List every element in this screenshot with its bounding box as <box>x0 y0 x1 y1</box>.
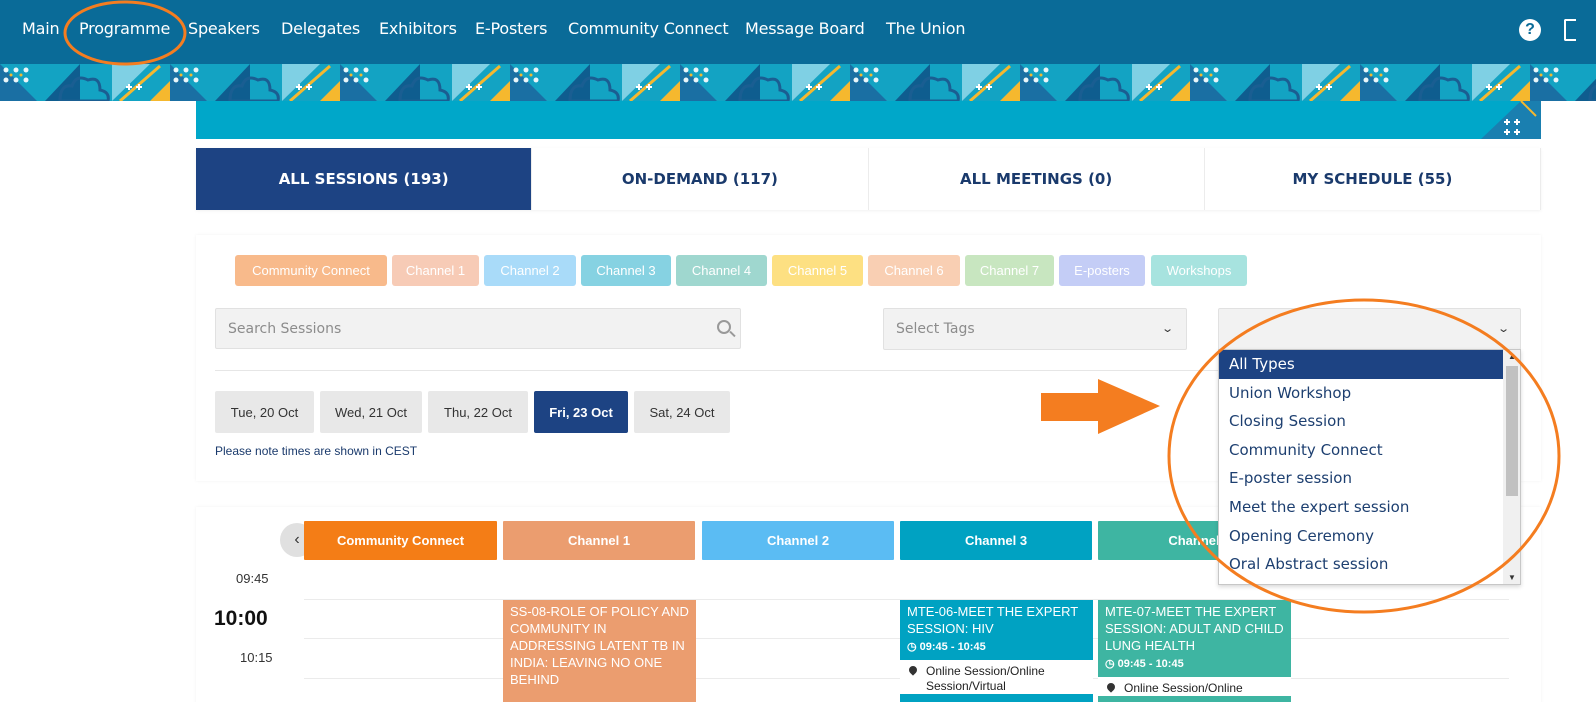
top-nav: Main Programme Speakers Delegates Exhibi… <box>0 0 1596 64</box>
chevron-down-icon: ⌄ <box>1160 322 1174 335</box>
day-tue-20-oct[interactable]: Tue, 20 Oct <box>215 391 314 433</box>
day-thu-22-oct[interactable]: Thu, 22 Oct <box>428 391 528 433</box>
session-time: ◷ 09:45 - 10:45 <box>907 641 986 653</box>
nav-delegates[interactable]: Delegates <box>281 19 360 38</box>
channel-header-community-connect[interactable]: Community Connect <box>304 521 497 560</box>
search-input[interactable] <box>216 309 696 348</box>
chip-channel-6[interactable]: Channel 6 <box>868 255 960 286</box>
session-location-text: Online Session/Online <box>1124 681 1243 695</box>
dropdown-scrollbar[interactable]: ▲ ▼ <box>1503 350 1520 584</box>
tab-my-schedule[interactable]: MY SCHEDULE (55) <box>1205 148 1541 210</box>
channel-header-channel-2[interactable]: Channel 2 <box>702 521 894 560</box>
channel-header-channel-3[interactable]: Channel 3 <box>900 521 1092 560</box>
chip-channel-7[interactable]: Channel 7 <box>965 255 1054 286</box>
scroll-up-icon[interactable]: ▲ <box>1508 352 1516 361</box>
dropdown-option-e-poster-session[interactable]: E-poster session <box>1219 464 1520 493</box>
session-location-text: Online Session/Online Session/Virtual <box>926 664 1045 693</box>
dropdown-option-meet-the-expert[interactable]: Meet the expert session <box>1219 493 1520 522</box>
channel-header-channel-1[interactable]: Channel 1 <box>503 521 695 560</box>
chevron-down-icon: ⌄ <box>1496 323 1510 335</box>
dropdown-option-opening-ceremony[interactable]: Opening Ceremony <box>1219 522 1520 551</box>
type-select[interactable]: ⌄ <box>1218 308 1521 350</box>
dropdown-option-union-workshop[interactable]: Union Workshop <box>1219 379 1520 408</box>
decorative-banner <box>0 64 1596 101</box>
banner-corner-pattern <box>1481 101 1541 139</box>
session-location: Online Session/Online Session/Virtual <box>900 660 1093 694</box>
nav-speakers[interactable]: Speakers <box>188 19 260 38</box>
nav-main[interactable]: Main <box>22 19 60 38</box>
chip-channel-2[interactable]: Channel 2 <box>484 255 576 286</box>
search-box <box>215 308 741 349</box>
chip-workshops[interactable]: Workshops <box>1151 255 1247 286</box>
day-wed-21-oct[interactable]: Wed, 21 Oct <box>320 391 422 433</box>
help-icon[interactable]: ? <box>1519 19 1541 41</box>
session-title: MTE-07-MEET THE EXPERT SESSION: ADULT AN… <box>1105 604 1284 653</box>
time-label-hour: 10:00 <box>214 607 268 630</box>
dropdown-option-closing-session[interactable]: Closing Session <box>1219 407 1520 436</box>
chip-channel-3[interactable]: Channel 3 <box>581 255 671 286</box>
dropdown-option-community-connect[interactable]: Community Connect <box>1219 436 1520 465</box>
page-banner <box>196 101 1541 139</box>
location-pin-icon <box>1105 681 1117 693</box>
session-tabs: ALL SESSIONS (193) ON-DEMAND (117) ALL M… <box>196 148 1541 210</box>
session-time: ◷ 09:45 - 10:45 <box>1105 658 1184 670</box>
dropdown-option-all-types[interactable]: All Types <box>1219 350 1503 379</box>
dropdown-option-oral-abstract[interactable]: Oral Abstract session <box>1219 550 1520 579</box>
nav-programme[interactable]: Programme <box>79 19 170 38</box>
type-dropdown-list: All Types Union Workshop Closing Session… <box>1218 349 1521 585</box>
session-card[interactable]: SS-08-ROLE OF POLICY AND COMMUNITY IN AD… <box>503 600 696 702</box>
nav-message-board[interactable]: Message Board <box>745 19 865 38</box>
nav-community-connect[interactable]: Community Connect <box>568 19 729 38</box>
time-label: 09:45 <box>236 571 269 586</box>
tags-select-placeholder: Select Tags <box>896 321 975 337</box>
chip-channel-4[interactable]: Channel 4 <box>676 255 767 286</box>
nav-e-posters[interactable]: E-Posters <box>475 19 548 38</box>
session-time-text: 09:45 - 10:45 <box>1117 658 1184 670</box>
session-card[interactable]: MTE-07-MEET THE EXPERT SESSION: ADULT AN… <box>1098 600 1291 702</box>
chip-channel-1[interactable]: Channel 1 <box>392 255 479 286</box>
nav-the-union[interactable]: The Union <box>886 19 965 38</box>
logout-icon[interactable] <box>1564 19 1576 41</box>
chip-e-posters[interactable]: E-posters <box>1059 255 1145 286</box>
session-location: Online Session/Online <box>1098 677 1291 696</box>
tab-all-meetings[interactable]: ALL MEETINGS (0) <box>869 148 1205 210</box>
banner-pattern <box>0 64 1596 101</box>
tags-select[interactable]: Select Tags ⌄ <box>883 308 1187 350</box>
timezone-note: Please note times are shown in CEST <box>215 444 418 458</box>
scroll-down-icon[interactable]: ▼ <box>1508 573 1516 582</box>
day-fri-23-oct[interactable]: Fri, 23 Oct <box>534 391 628 433</box>
scrollbar-thumb[interactable] <box>1506 366 1518 496</box>
session-title: SS-08-ROLE OF POLICY AND COMMUNITY IN AD… <box>510 604 689 687</box>
location-pin-icon <box>907 664 919 676</box>
session-title: MTE-06-MEET THE EXPERT SESSION: HIV <box>907 604 1078 636</box>
chip-community-connect[interactable]: Community Connect <box>235 255 387 286</box>
day-sat-24-oct[interactable]: Sat, 24 Oct <box>634 391 730 433</box>
chip-channel-5[interactable]: Channel 5 <box>772 255 863 286</box>
search-icon[interactable] <box>717 320 731 334</box>
tab-all-sessions[interactable]: ALL SESSIONS (193) <box>196 148 533 210</box>
nav-exhibitors[interactable]: Exhibitors <box>379 19 457 38</box>
tab-on-demand[interactable]: ON-DEMAND (117) <box>532 148 869 210</box>
time-label: 10:15 <box>240 650 273 665</box>
session-card[interactable]: MTE-06-MEET THE EXPERT SESSION: HIV ◷ 09… <box>900 600 1093 702</box>
session-time-text: 09:45 - 10:45 <box>919 641 986 653</box>
